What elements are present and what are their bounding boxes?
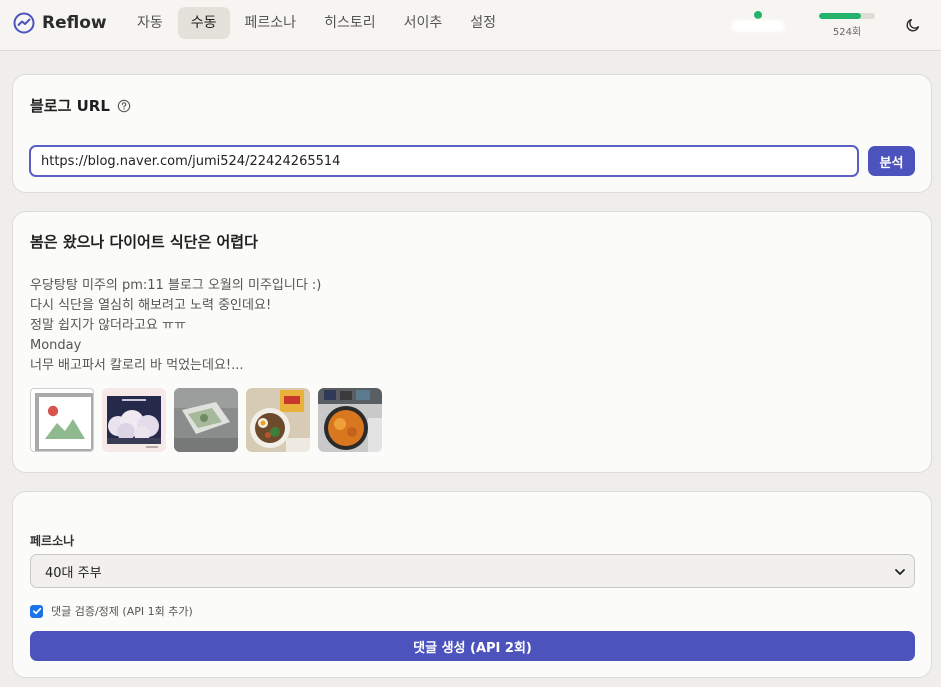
- account-name-redacted: [731, 20, 785, 32]
- usage-progress-bar: [819, 13, 875, 19]
- chevron-down-icon: [895, 569, 905, 575]
- tab-history[interactable]: 히스토리: [311, 7, 389, 39]
- post-excerpt: 우당탕탕 미주의 pm:11 블로그 오월의 미주입니다 :) 다시 식단을 열…: [30, 276, 910, 376]
- orange-soup-photo-icon: [318, 388, 382, 452]
- broken-image-icon: [35, 393, 93, 451]
- persona-select[interactable]: 40대 주부: [30, 554, 915, 588]
- thumbnail-food-bowl[interactable]: [246, 388, 310, 452]
- usage-count: 524회: [832, 27, 862, 38]
- reflow-logo-icon: [13, 12, 35, 34]
- comment-card: 페르소나 40대 주부 댓글 검증/정제 (API 1회 추가) 댓글 생성 (…: [12, 491, 932, 678]
- thumbnail-broken-image[interactable]: [30, 388, 94, 452]
- help-icon[interactable]: [117, 99, 131, 113]
- tab-auto[interactable]: 자동: [124, 7, 176, 39]
- thumbnail-orange-soup[interactable]: [318, 388, 382, 452]
- excerpt-line: Monday: [30, 338, 82, 353]
- verify-option: 댓글 검증/정제 (API 1회 추가): [30, 603, 193, 619]
- excerpt-line: 우당탕탕 미주의 pm:11 블로그 오월의 미주입니다 :): [30, 278, 322, 293]
- post-title: 봄은 왔으나 다이어트 식단은 어렵다: [30, 233, 258, 251]
- checkmark-icon: [32, 607, 41, 615]
- excerpt-line: 너무 배고파서 칼로리 바 먹었는데요!...: [30, 358, 244, 373]
- analyze-button[interactable]: 분석: [868, 146, 915, 176]
- url-title-text: 블로그 URL: [30, 97, 110, 115]
- generate-comment-button[interactable]: 댓글 생성 (API 2회): [30, 631, 915, 661]
- thumbnail-cherry-blossom[interactable]: [102, 388, 166, 452]
- tab-persona[interactable]: 페르소나: [232, 7, 310, 39]
- cherry-blossom-photo-icon: [102, 388, 166, 452]
- food-bowl-photo-icon: [246, 388, 310, 452]
- url-card: 블로그 URL 분석: [12, 74, 932, 193]
- persona-label: 페르소나: [30, 534, 75, 548]
- verify-checkbox[interactable]: [30, 604, 43, 618]
- post-thumbnails: [30, 388, 390, 452]
- excerpt-line: 정말 쉽지가 않더라고요 ㅠㅠ: [30, 318, 186, 333]
- tab-neighbor[interactable]: 서이추: [391, 7, 456, 39]
- snack-package-photo-icon: [174, 388, 238, 452]
- blog-url-input[interactable]: [29, 145, 859, 177]
- connection-status-dot: [754, 11, 762, 19]
- app-name: Reflow: [42, 13, 107, 33]
- tab-settings[interactable]: 설정: [457, 7, 509, 39]
- app-header: Reflow 자동 수동 페르소나 히스토리 서이추 설정 524회: [0, 0, 941, 51]
- url-section-title: 블로그 URL: [30, 95, 131, 116]
- tab-manual[interactable]: 수동: [177, 7, 230, 39]
- post-preview-card: 봄은 왔으나 다이어트 식단은 어렵다 우당탕탕 미주의 pm:11 블로그 오…: [12, 211, 932, 473]
- verify-label[interactable]: 댓글 검증/정제 (API 1회 추가): [51, 603, 193, 619]
- persona-selected-value: 40대 주부: [45, 565, 102, 581]
- theme-toggle-button[interactable]: [901, 13, 925, 37]
- usage-progress-fill: [819, 13, 861, 19]
- moon-icon: [906, 19, 919, 32]
- logo[interactable]: Reflow: [12, 11, 107, 35]
- main-nav: 자동 수동 페르소나 히스토리 서이추 설정: [124, 7, 511, 39]
- excerpt-line: 다시 식단을 열심히 해보려고 노력 중인데요!: [30, 298, 272, 313]
- thumbnail-snack-package[interactable]: [174, 388, 238, 452]
